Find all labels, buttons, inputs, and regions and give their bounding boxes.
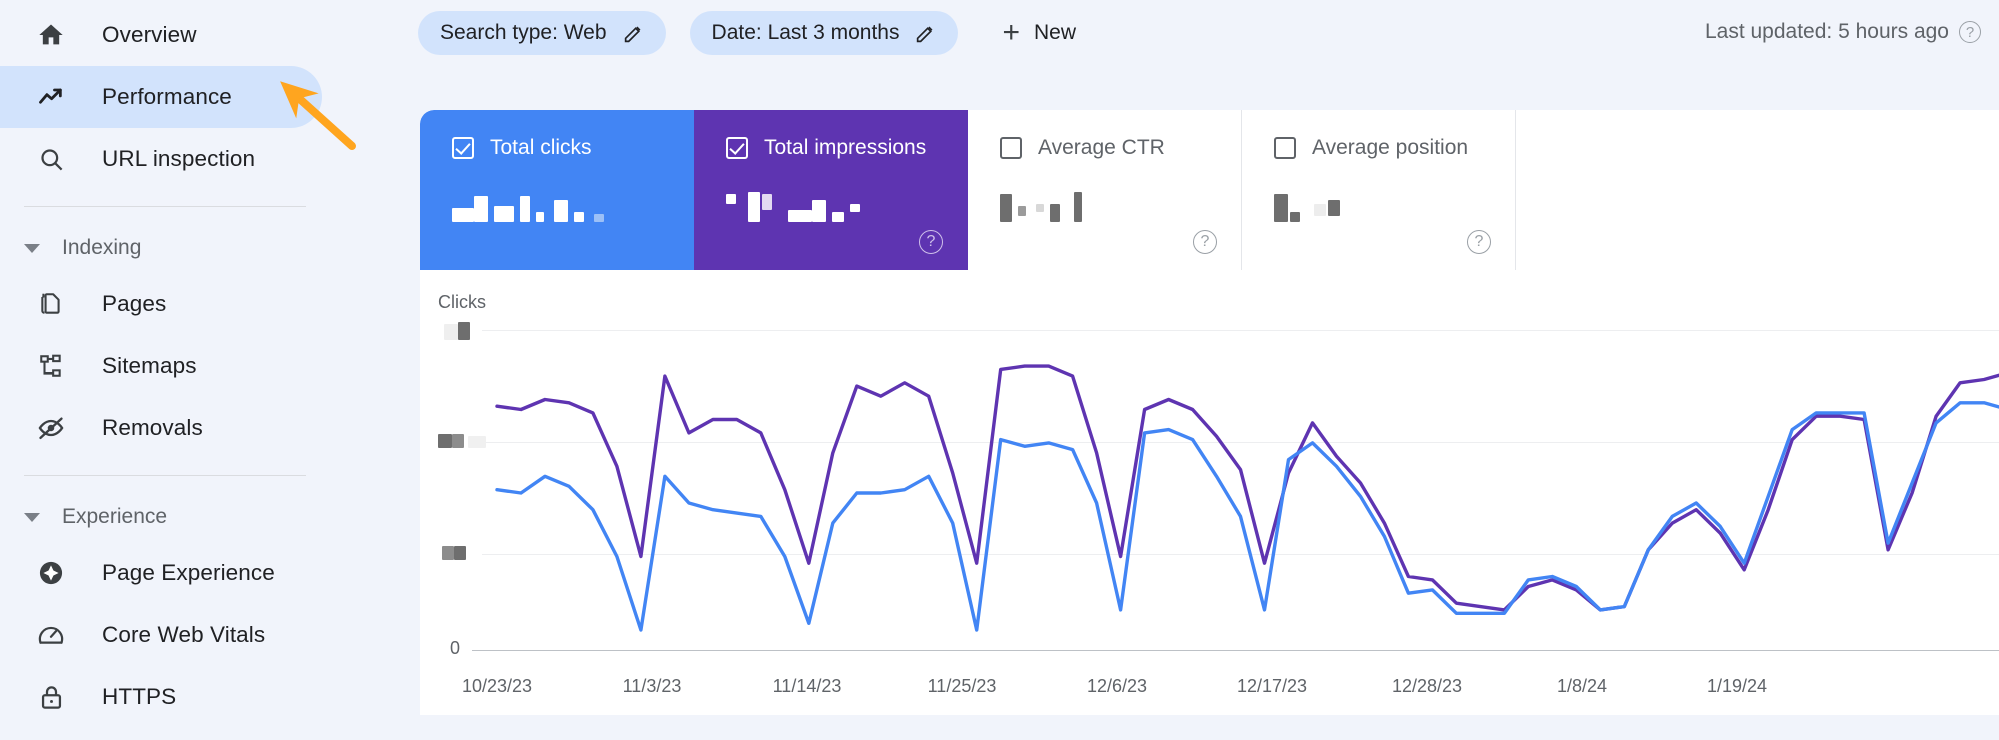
x-axis-tick: 11/14/23 <box>773 676 842 697</box>
sidebar-item-label: Pages <box>102 291 166 317</box>
filter-bar: Search type: Web Date: Last 3 months + N… <box>410 0 1999 66</box>
metric-checkbox[interactable] <box>1274 137 1296 159</box>
performance-chart: Clicks Impressions 0 <box>420 270 1999 715</box>
metric-cards-row: Total clicks <box>420 110 1999 270</box>
sidebar-item-label: Sitemaps <box>102 353 197 379</box>
eye-off-icon <box>36 413 66 443</box>
sidebar-divider-1 <box>24 206 306 207</box>
sidebar-item-label: Page Experience <box>102 560 275 586</box>
x-axis-tick: 12/28/23 <box>1392 676 1462 697</box>
metric-card-empty-slot <box>1516 110 1999 270</box>
sidebar-item-removals[interactable]: Removals <box>0 397 322 459</box>
sidebar-divider-2 <box>24 475 306 476</box>
last-updated-label: Last updated: 5 hours ago <box>1705 20 1949 44</box>
date-filter-chip[interactable]: Date: Last 3 months <box>690 11 959 55</box>
metric-card-total-clicks[interactable]: Total clicks <box>420 110 694 270</box>
performance-panel: Total clicks <box>420 110 1999 715</box>
sidebar-item-label: Core Web Vitals <box>102 622 265 648</box>
sitemap-icon <box>36 351 66 381</box>
sidebar-item-sitemaps[interactable]: Sitemaps <box>0 335 322 397</box>
x-axis-tick: 1/8/24 <box>1557 676 1607 697</box>
page-experience-icon <box>36 558 66 588</box>
pages-icon <box>36 289 66 319</box>
search-icon <box>36 144 66 174</box>
sidebar-item-pages[interactable]: Pages <box>0 273 322 335</box>
metric-card-title: Total impressions <box>764 136 926 160</box>
date-filter-label: Date: Last 3 months <box>712 21 900 45</box>
metric-checkbox[interactable] <box>1000 137 1022 159</box>
edit-pencil-icon[interactable] <box>915 23 936 44</box>
trending-up-icon <box>36 82 66 112</box>
metric-value-redacted <box>452 182 693 222</box>
plus-icon: + <box>1002 18 1020 48</box>
metric-value-redacted <box>1000 182 1241 222</box>
x-axis-tick: 12/6/23 <box>1087 676 1147 697</box>
help-icon[interactable]: ? <box>919 230 943 254</box>
x-axis-tick: 10/23/23 <box>462 676 532 697</box>
help-icon[interactable]: ? <box>1467 230 1491 254</box>
metric-card-title: Total clicks <box>490 136 592 160</box>
sidebar-item-label: URL inspection <box>102 146 255 172</box>
sidebar-item-label: Removals <box>102 415 203 441</box>
sidebar-item-label: Overview <box>102 22 197 48</box>
chevron-down-icon <box>24 513 40 522</box>
metric-value-redacted <box>1274 182 1515 222</box>
series-line-total-clicks <box>497 403 1999 630</box>
sidebar-group-experience[interactable]: Experience <box>0 492 410 542</box>
help-icon[interactable]: ? <box>1959 21 1981 43</box>
metric-value-redacted <box>726 182 967 222</box>
sidebar-item-url-inspection[interactable]: URL inspection <box>0 128 322 190</box>
edit-pencil-icon[interactable] <box>623 23 644 44</box>
x-axis-tick: 12/17/23 <box>1237 676 1307 697</box>
metric-card-total-impressions[interactable]: Total impressions ? <box>694 110 968 270</box>
sidebar-item-core-web-vitals[interactable]: Core Web Vitals <box>0 604 322 666</box>
sidebar-group-label: Experience <box>62 505 167 529</box>
sidebar-group-indexing[interactable]: Indexing <box>0 223 410 273</box>
sidebar-group-label: Indexing <box>62 236 141 260</box>
metric-card-average-ctr[interactable]: Average CTR ? <box>968 110 1242 270</box>
main-content: Search type: Web Date: Last 3 months + N… <box>410 0 1999 740</box>
x-axis-tick: 1/19/24 <box>1707 676 1767 697</box>
lock-icon <box>36 682 66 712</box>
metric-checkbox[interactable] <box>452 137 474 159</box>
help-icon[interactable]: ? <box>1193 230 1217 254</box>
metric-card-title: Average CTR <box>1038 136 1165 160</box>
metric-card-title: Average position <box>1312 136 1468 160</box>
sidebar-item-overview[interactable]: Overview <box>0 4 322 66</box>
sidebar-item-label: Performance <box>102 84 232 110</box>
sidebar-item-performance[interactable]: Performance <box>0 66 322 128</box>
new-filter-label: New <box>1034 21 1076 45</box>
sidebar-item-https[interactable]: HTTPS <box>0 666 322 728</box>
search-console-performance-page: Overview Performance URL inspection Ind <box>0 0 1999 740</box>
search-type-filter-chip[interactable]: Search type: Web <box>418 11 666 55</box>
series-line-total-impressions <box>497 366 1999 610</box>
metric-card-average-position[interactable]: Average position ? <box>1242 110 1516 270</box>
sidebar-item-label: HTTPS <box>102 684 176 710</box>
x-axis-tick: 11/25/23 <box>928 676 997 697</box>
speedometer-icon <box>36 620 66 650</box>
last-updated-status: Last updated: 5 hours ago ? <box>1705 20 1981 44</box>
new-filter-button[interactable]: + New <box>990 11 1088 55</box>
chart-plot-area <box>420 270 1999 715</box>
sidebar: Overview Performance URL inspection Ind <box>0 0 410 740</box>
search-type-filter-label: Search type: Web <box>440 21 607 45</box>
home-icon <box>36 20 66 50</box>
x-axis-tick: 11/3/23 <box>623 676 682 697</box>
metric-checkbox[interactable] <box>726 137 748 159</box>
chevron-down-icon <box>24 244 40 253</box>
sidebar-item-page-experience[interactable]: Page Experience <box>0 542 322 604</box>
